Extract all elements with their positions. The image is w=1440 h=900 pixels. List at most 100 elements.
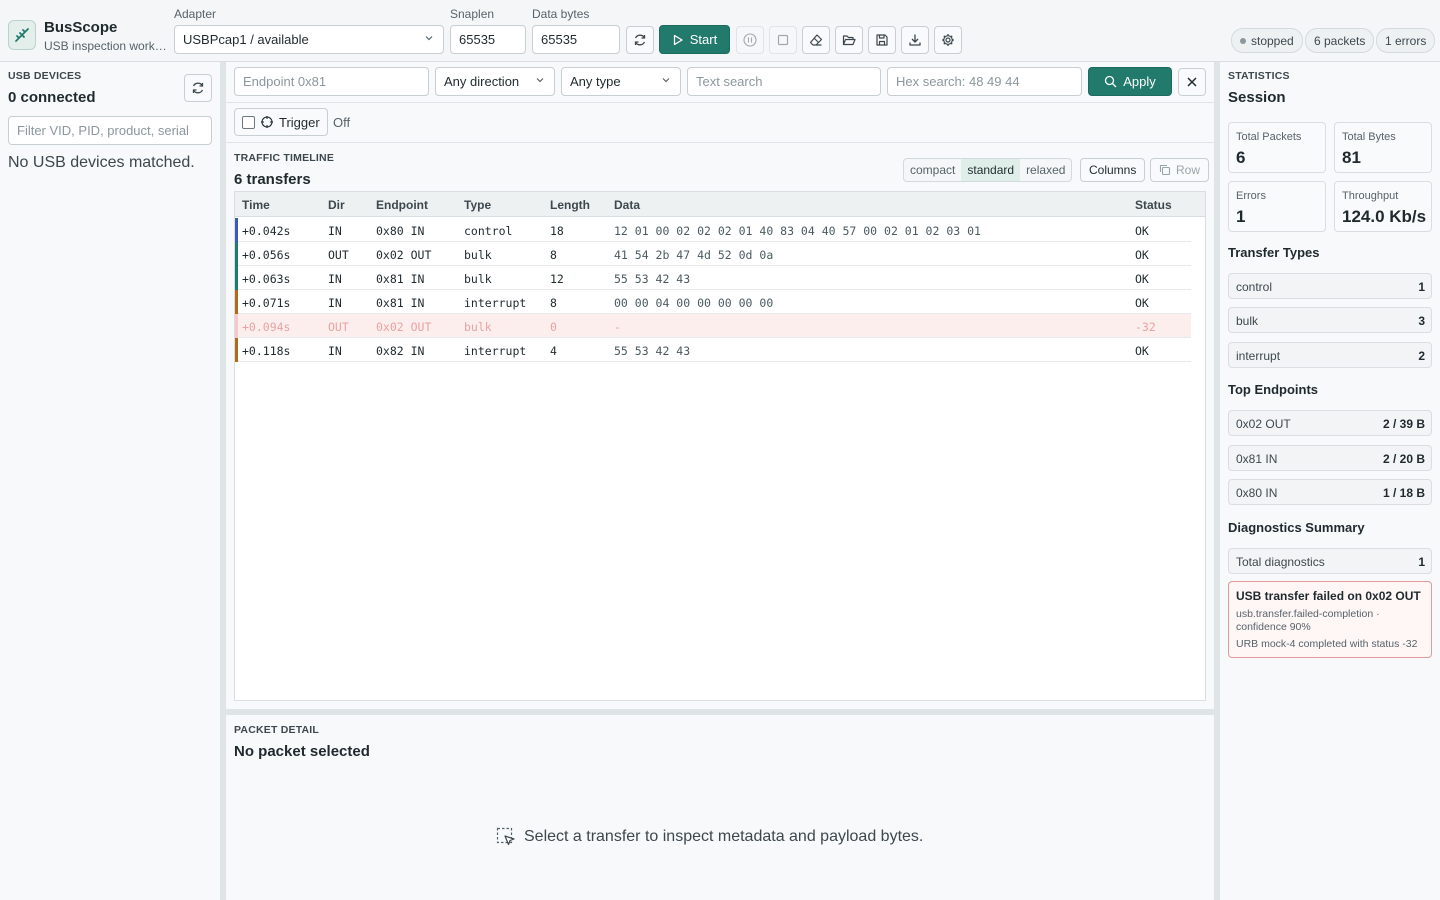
snaplen-input[interactable]: 65535	[450, 25, 526, 54]
start-capture-button[interactable]: Start	[659, 25, 730, 54]
clear-filters-button[interactable]	[1178, 68, 1206, 96]
col-length[interactable]: Length	[550, 198, 590, 212]
cell-length: 18	[550, 224, 564, 238]
top-endpoint-row: 0x80 IN 1 / 18 B	[1228, 479, 1432, 505]
total-packets-card: Total Packets 6	[1228, 122, 1326, 173]
endpoint-value: 1 / 18 B	[1382, 486, 1425, 500]
top-endpoints-title: Top Endpoints	[1228, 382, 1319, 397]
transfer-types-title: Transfer Types	[1228, 245, 1320, 260]
close-icon	[1187, 77, 1197, 87]
adapter-select[interactable]: USBPcap1 / available	[174, 25, 444, 54]
density-compact[interactable]: compact	[904, 159, 961, 181]
diagnostics-title: Diagnostics Summary	[1228, 520, 1365, 535]
statistics-panel: STATISTICS Session Total Packets 6 Total…	[1220, 62, 1440, 900]
transfer-type-name: control	[1236, 280, 1273, 294]
density-standard[interactable]: standard	[961, 159, 1021, 181]
export-button[interactable]	[901, 26, 929, 54]
table-row[interactable]: +0.118s IN 0x82 IN interrupt 4 55 53 42 43 OK	[235, 338, 1191, 362]
refresh-icon	[192, 82, 204, 94]
devices-count: 0 connected	[8, 89, 96, 106]
cell-status: OK	[1135, 296, 1149, 310]
chevron-down-icon	[536, 78, 544, 83]
stop-button[interactable]	[769, 26, 797, 54]
total-packets-label: Total Packets	[1236, 131, 1302, 143]
clear-button[interactable]	[802, 26, 830, 54]
transfer-type-count: 3	[1418, 314, 1425, 328]
cell-time: +0.094s	[242, 320, 291, 334]
cell-data: 55 53 42 43	[614, 272, 691, 286]
table-row[interactable]: +0.042s IN 0x80 IN control 18 12 01 00 02 02 …	[235, 218, 1191, 242]
throughput-label: Throughput	[1342, 190, 1399, 202]
endpoint-name: 0x81 IN	[1236, 452, 1278, 466]
cell-type: bulk	[464, 272, 492, 286]
adapter-label: Adapter	[174, 7, 217, 21]
cell-length: 0	[550, 320, 557, 334]
gear-icon	[942, 34, 954, 46]
trigger-label: Trigger	[279, 114, 320, 130]
transfers-table: Time Dir Endpoint Type Length Data Statu…	[234, 191, 1206, 701]
timeline-section-label: TRAFFIC TIMELINE	[234, 152, 335, 164]
cell-endpoint: 0x02 OUT	[376, 248, 432, 262]
density-relaxed[interactable]: relaxed	[1020, 159, 1071, 181]
diagnostic-detail: URB mock-4 completed with status -32	[1236, 638, 1418, 650]
device-filter-input[interactable]: Filter VID, PID, product, serial	[8, 116, 212, 145]
hex-search-input[interactable]: Hex search: 48 49 44	[887, 67, 1082, 96]
trigger-checkbox[interactable]	[242, 115, 255, 129]
diagnostic-meta: usb.transfer.failed-completion · confide…	[1236, 608, 1380, 633]
col-time[interactable]: Time	[242, 198, 270, 212]
cell-status: OK	[1135, 248, 1149, 262]
table-row[interactable]: +0.071s IN 0x81 IN interrupt 8 00 00 04 00 00…	[235, 290, 1191, 314]
cell-data: 41 54 2b 47 4d 52 0d 0a	[614, 248, 774, 262]
open-file-button[interactable]	[835, 26, 863, 54]
cell-dir: IN	[328, 296, 342, 310]
devices-section-label: USB DEVICES	[8, 70, 82, 82]
transfer-type-row: interrupt 2	[1228, 342, 1432, 368]
density-toggle: compact standard relaxed	[903, 158, 1073, 182]
row-type-stripe	[235, 314, 238, 338]
chevron-down-icon	[425, 36, 433, 41]
text-search-input[interactable]: Text search	[687, 67, 881, 96]
trigger-bar: Trigger Off	[226, 103, 1214, 143]
cell-status: OK	[1135, 272, 1149, 286]
cell-length: 4	[550, 344, 557, 358]
columns-button[interactable]: Columns	[1080, 158, 1146, 182]
direction-select[interactable]: Any direction	[435, 67, 555, 96]
total-diagnostics-label: Total diagnostics	[1236, 555, 1325, 569]
copy-row-button[interactable]: Row	[1150, 158, 1210, 182]
transfer-type-row: bulk 3	[1228, 307, 1432, 333]
col-data[interactable]: Data	[614, 198, 640, 212]
app-name: BusScope	[44, 19, 118, 36]
refresh-adapters-button[interactable]	[626, 26, 654, 54]
cell-length: 8	[550, 248, 557, 262]
cell-data: 00 00 04 00 00 00 00 00	[614, 296, 774, 310]
pause-button[interactable]	[736, 26, 764, 54]
type-select[interactable]: Any type	[561, 67, 681, 96]
col-endpoint[interactable]: Endpoint	[376, 198, 428, 212]
col-dir[interactable]: Dir	[328, 198, 345, 212]
diagnostic-title: USB transfer failed on 0x02 OUT	[1236, 589, 1421, 603]
capture-state: stopped	[1251, 33, 1294, 48]
cell-type: interrupt	[464, 296, 527, 310]
save-button[interactable]	[868, 26, 896, 54]
total-bytes-label: Total Bytes	[1342, 131, 1396, 143]
settings-button[interactable]	[934, 26, 962, 54]
row-type-stripe	[235, 266, 238, 290]
table-row[interactable]: +0.056s OUT 0x02 OUT bulk 8 41 54 2b 47 4d 52…	[235, 242, 1191, 266]
trigger-toggle[interactable]: Trigger	[234, 108, 328, 136]
cell-time: +0.042s	[242, 224, 291, 238]
cell-endpoint: 0x82 IN	[376, 344, 425, 358]
apply-filters-button[interactable]: Apply	[1088, 67, 1172, 96]
databytes-input[interactable]: 65535	[532, 25, 620, 54]
start-label: Start	[689, 32, 718, 47]
cell-time: +0.056s	[242, 248, 291, 262]
table-row[interactable]: +0.063s IN 0x81 IN bulk 12 55 53 42 43 OK	[235, 266, 1191, 290]
refresh-devices-button[interactable]	[184, 74, 212, 102]
cell-type: bulk	[464, 248, 492, 262]
col-type[interactable]: Type	[464, 198, 491, 212]
table-row[interactable]: +0.094s OUT 0x02 OUT bulk 0 - -32	[235, 314, 1191, 338]
select-pointer-icon	[496, 827, 515, 846]
col-status[interactable]: Status	[1135, 198, 1172, 212]
endpoint-filter-input[interactable]: Endpoint 0x81	[234, 67, 429, 96]
cell-status: -32	[1135, 320, 1156, 334]
diagnostic-card[interactable]: USB transfer failed on 0x02 OUT usb.tran…	[1228, 581, 1432, 658]
